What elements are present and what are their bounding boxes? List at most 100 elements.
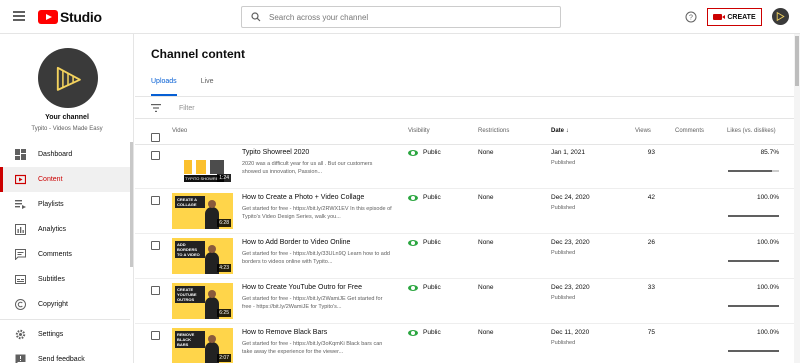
thumbnail-graphic <box>184 160 224 174</box>
search-box[interactable] <box>241 6 561 28</box>
video-thumbnail[interactable]: REMOVE BLACK BARS 2:07 <box>172 328 233 363</box>
sidebar-divider <box>0 319 130 320</box>
video-title[interactable]: How to Remove Black Bars <box>242 329 327 336</box>
visibility-value: Public <box>423 239 441 246</box>
restrictions-value: None <box>478 239 494 246</box>
column-date-label: Date <box>551 128 565 134</box>
sidebar-item-playlists[interactable]: Playlists <box>0 192 130 217</box>
row-checkbox[interactable] <box>151 331 160 340</box>
menu-icon[interactable] <box>13 11 25 21</box>
row-checkbox[interactable] <box>151 286 160 295</box>
sidebar-item-dashboard[interactable]: Dashboard <box>0 142 130 167</box>
sidebar-item-settings[interactable]: Settings <box>0 322 130 347</box>
main-scrollbar[interactable] <box>794 34 800 363</box>
video-duration: 2:07 <box>217 354 231 362</box>
table-row[interactable]: CREATE A COLLAGE 6:28 How to Create a Ph… <box>135 190 800 234</box>
column-restrictions[interactable]: Restrictions <box>478 128 509 134</box>
top-bar: Studio ? CREATE <box>0 0 800 34</box>
table-row[interactable]: CREATE YOUTUBE OUTROS 6:25 How to Create… <box>135 280 800 324</box>
account-avatar[interactable] <box>772 8 789 25</box>
visibility-cell[interactable]: Public <box>408 239 441 246</box>
sidebar-item-content[interactable]: Content <box>0 167 130 192</box>
column-comments[interactable]: Comments <box>675 128 704 134</box>
status-value: Published <box>551 340 576 346</box>
video-title[interactable]: Typito Showreel 2020 <box>242 149 309 156</box>
date-value: Jan 1, 2021 <box>551 149 585 156</box>
thumbnail-caption: CREATE A COLLAGE <box>175 196 205 208</box>
sidebar-item-label: Analytics <box>38 226 67 233</box>
create-button[interactable]: CREATE <box>707 8 762 26</box>
row-checkbox[interactable] <box>151 151 160 160</box>
video-thumbnail[interactable]: CREATE YOUTUBE OUTROS 6:25 <box>172 283 233 319</box>
visibility-cell[interactable]: Public <box>408 194 441 201</box>
column-date[interactable]: Date ↓ <box>551 128 569 134</box>
video-thumbnail[interactable]: TYPITO SHOWREEL 1:24 <box>172 148 233 184</box>
column-visibility[interactable]: Visibility <box>408 128 430 134</box>
analytics-icon <box>14 224 26 236</box>
tab-uploads[interactable]: Uploads <box>151 78 177 96</box>
dashboard-icon <box>14 149 26 161</box>
table-row[interactable]: TYPITO SHOWREEL 1:24 Typito Showreel 202… <box>135 145 800 189</box>
sidebar-item-feedback[interactable]: Send feedback <box>0 347 130 363</box>
eye-icon <box>408 239 418 246</box>
tabs-divider <box>135 96 800 97</box>
table-row[interactable]: REMOVE BLACK BARS 2:07 How to Remove Bla… <box>135 325 800 363</box>
status-value: Published <box>551 205 576 211</box>
visibility-value: Public <box>423 284 441 291</box>
column-views[interactable]: Views <box>635 128 651 134</box>
visibility-cell[interactable]: Public <box>408 284 441 291</box>
studio-logo[interactable]: Studio <box>38 9 102 25</box>
visibility-value: Public <box>423 329 441 336</box>
visibility-cell[interactable]: Public <box>408 149 441 156</box>
filter-bar[interactable]: Filter <box>151 101 195 115</box>
table-row[interactable]: ADD BORDERS TO A VIDEO 4:23 How to Add B… <box>135 235 800 279</box>
row-checkbox[interactable] <box>151 196 160 205</box>
video-title[interactable]: How to Create a Photo + Video Collage <box>242 194 364 201</box>
video-title[interactable]: How to Create YouTube Outro for Free <box>242 284 362 291</box>
video-duration: 1:24 <box>217 174 231 182</box>
eye-icon <box>408 149 418 156</box>
eye-icon <box>408 329 418 336</box>
sidebar-item-copyright[interactable]: Copyright <box>0 292 130 317</box>
filter-icon[interactable] <box>151 104 161 112</box>
sidebar-item-label: Subtitles <box>38 276 65 283</box>
table-header: Video Visibility Restrictions Date ↓ Vie… <box>135 122 800 142</box>
likes-bar-fill <box>728 215 779 217</box>
select-all-checkbox[interactable] <box>151 133 160 142</box>
main-scrollbar-thumb[interactable] <box>795 36 799 86</box>
likes-value: 100.0% <box>756 194 779 201</box>
views-value: 33 <box>647 284 655 291</box>
sidebar-item-subtitles[interactable]: Subtitles <box>0 267 130 292</box>
sidebar-nav: Dashboard Content Playlists Analytics Co… <box>0 142 130 317</box>
video-description: Get started for free - https://bit.ly/33… <box>242 251 390 265</box>
video-duration: 6:28 <box>217 219 231 227</box>
sidebar-item-analytics[interactable]: Analytics <box>0 217 130 242</box>
sidebar-item-comments[interactable]: Comments <box>0 242 130 267</box>
likes-bar <box>728 215 779 217</box>
channel-avatar[interactable] <box>38 48 98 108</box>
likes-bar-fill <box>728 305 779 307</box>
svg-text:?: ? <box>689 15 693 22</box>
search-input[interactable] <box>269 12 539 22</box>
video-description: Get started for free - https://bit.ly/3o… <box>242 341 383 355</box>
sidebar: Your channel Typito - Videos Made Easy D… <box>0 34 134 363</box>
video-description: Get started for free - https://bit.ly/2W… <box>242 296 383 310</box>
status-value: Published <box>551 160 576 166</box>
video-thumbnail[interactable]: CREATE A COLLAGE 6:28 <box>172 193 233 229</box>
video-duration: 6:25 <box>217 309 231 317</box>
sidebar-scrollbar[interactable] <box>130 142 133 267</box>
help-icon[interactable]: ? <box>685 10 697 28</box>
visibility-cell[interactable]: Public <box>408 329 441 336</box>
status-value: Published <box>551 250 576 256</box>
row-checkbox[interactable] <box>151 241 160 250</box>
video-duration: 4:23 <box>217 264 231 272</box>
views-value: 93 <box>647 149 655 156</box>
tab-live[interactable]: Live <box>201 78 214 96</box>
likes-value: 100.0% <box>756 329 779 336</box>
video-title[interactable]: How to Add Border to Video Online <box>242 239 350 246</box>
thumbnail-caption: ADD BORDERS TO A VIDEO <box>175 241 205 258</box>
likes-value: 100.0% <box>756 284 779 291</box>
column-likes[interactable]: Likes (vs. dislikes) <box>727 128 776 134</box>
filter-input[interactable]: Filter <box>179 105 195 112</box>
video-thumbnail[interactable]: ADD BORDERS TO A VIDEO 4:23 <box>172 238 233 274</box>
